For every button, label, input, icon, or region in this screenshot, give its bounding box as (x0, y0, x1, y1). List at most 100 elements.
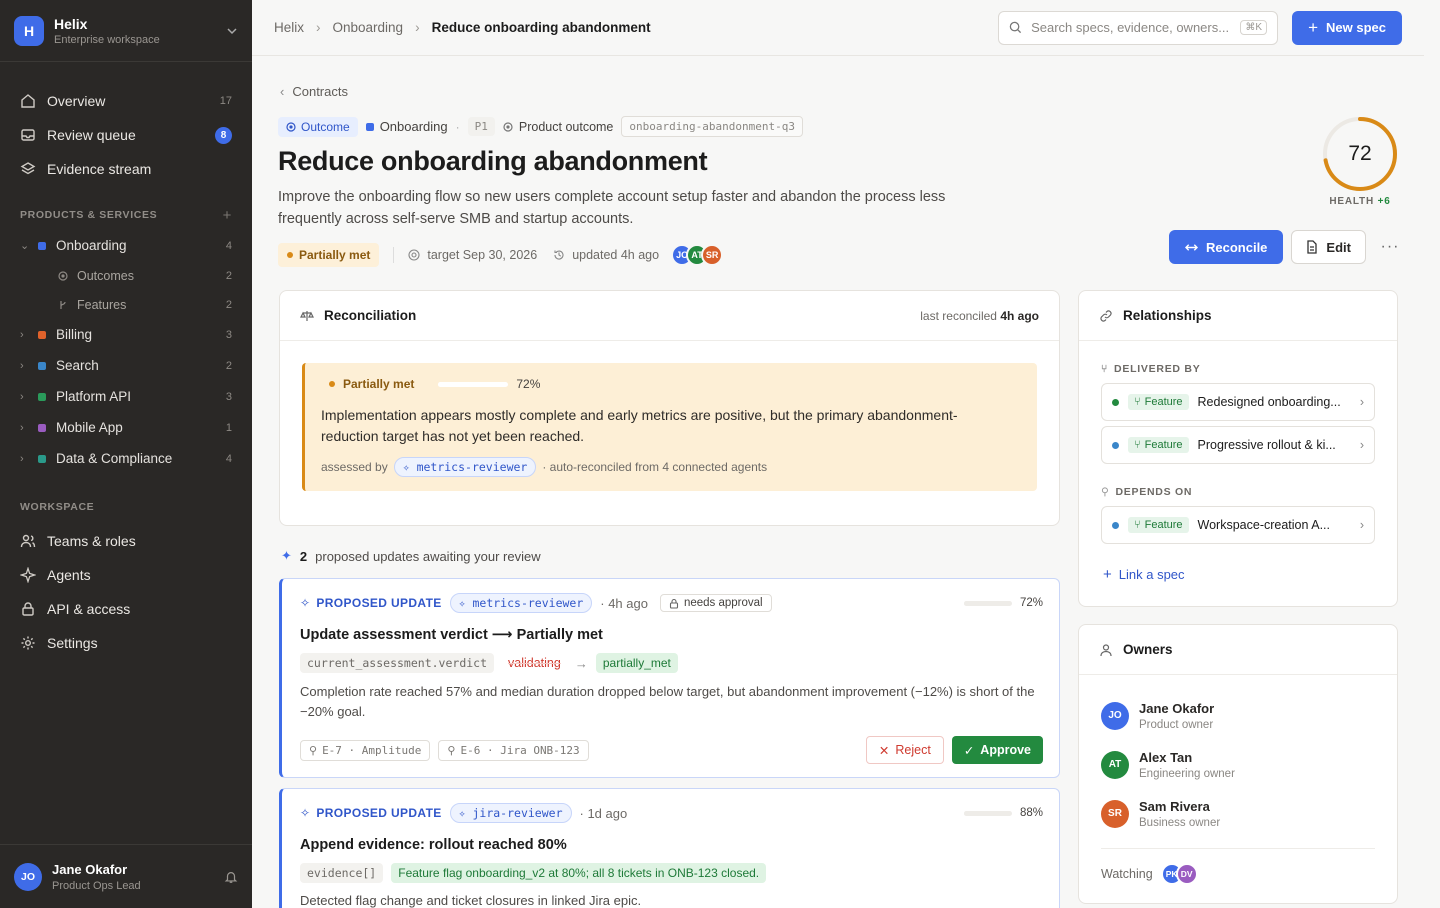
last-reconciled: last reconciled 4h ago (920, 308, 1039, 323)
branch-icon: ⑂ (1101, 363, 1109, 375)
card-title: Relationships (1123, 308, 1212, 323)
product-tag[interactable]: Onboarding (365, 119, 448, 134)
link-spec-button[interactable]: + Link a spec (1103, 566, 1397, 583)
status-dot (1112, 398, 1119, 406)
target-icon (503, 121, 513, 132)
agent-chip[interactable]: ✧ jira-reviewer (449, 803, 572, 823)
add-product-icon[interactable]: + (223, 207, 232, 224)
chevron-right-icon[interactable]: › (20, 360, 32, 372)
product-outcomes[interactable]: Outcomes 2 (12, 261, 240, 290)
product-billing[interactable]: › Billing 3 (12, 319, 240, 350)
arrows-icon (1185, 243, 1198, 251)
product-mobile-app[interactable]: › Mobile App 1 (12, 412, 240, 443)
reconcile-button[interactable]: Reconcile (1169, 230, 1284, 264)
nav-api-access[interactable]: API & access (12, 592, 240, 626)
status-label: Partially met (299, 248, 371, 262)
review-count-badge: 8 (215, 126, 232, 144)
updated-time: updated 4h ago (572, 248, 660, 262)
user-profile[interactable]: JO Jane Okafor Product Ops Lead (0, 844, 252, 908)
products-header: PRODUCTS & SERVICES + (0, 204, 252, 226)
spec-meta: Partially met target Sep 30, 2026 update… (278, 243, 724, 267)
nav-teams-roles[interactable]: Teams & roles (12, 524, 240, 558)
nav-overview[interactable]: Overview 17 (12, 84, 240, 118)
search-input[interactable]: Search specs, evidence, owners... ⌘K (998, 10, 1279, 45)
avatar[interactable]: DV (1175, 863, 1198, 885)
reconciliation-header: Reconciliation last reconciled 4h ago (280, 291, 1059, 341)
assessment-text: Implementation appears mostly complete a… (321, 407, 958, 444)
proposed-count: 2 (299, 548, 308, 564)
workspace-switcher[interactable]: H Helix Enterprise workspace (0, 0, 252, 62)
chevron-right-icon[interactable]: › (20, 329, 32, 341)
relationship-item[interactable]: ⑂ Feature Redesigned onboarding... › (1101, 383, 1375, 421)
close-icon: ✕ (878, 743, 890, 758)
back-link[interactable]: ‹ Contracts (280, 84, 348, 99)
product-platform-api[interactable]: › Platform API 3 (12, 381, 240, 412)
assessment-progress-bar (438, 381, 509, 387)
proposed-label: proposed updates awaiting your review (315, 548, 541, 564)
chevron-right-icon: › (1359, 518, 1364, 532)
header-actions: Reconcile Edit ··· (1169, 230, 1406, 264)
nav-review-queue[interactable]: Review queue 8 (12, 118, 240, 152)
bell-icon[interactable] (224, 870, 238, 884)
confidence: 72% (963, 597, 1043, 609)
target-icon (408, 249, 420, 261)
branch-icon: ⑂ (1134, 519, 1141, 531)
reject-button[interactable]: ✕ Reject (865, 736, 944, 764)
history-icon (554, 250, 564, 260)
nav-label: Review queue (47, 127, 136, 143)
avatar: SR (1101, 799, 1129, 828)
field-diff: evidence[] Feature flag onboarding_v2 at… (300, 863, 1043, 883)
avatar: AT (1101, 750, 1129, 779)
update-header: ✧ PROPOSED UPDATE ✧ jira-reviewer · 1d ag… (300, 803, 1043, 823)
new-value: Feature flag onboarding_v2 at 80%; all 8… (391, 863, 767, 883)
agent-chip[interactable]: ✧ metrics-reviewer (393, 457, 537, 477)
owner-row[interactable]: AT Alex Tan Engineering owner (1079, 740, 1397, 789)
chevron-right-icon[interactable]: › (20, 391, 32, 403)
relationships-header: Relationships (1079, 291, 1397, 341)
nav-evidence-stream[interactable]: Evidence stream (12, 152, 240, 186)
chevron-right-icon[interactable]: › (20, 453, 32, 465)
owner-row[interactable]: JO Jane Okafor Product owner (1079, 691, 1397, 740)
assessment-status: Partially met 72% (321, 377, 1021, 391)
approve-button[interactable]: ✓ Approve (951, 736, 1043, 764)
evidence-chip[interactable]: ⚲ E-7 · Amplitude (300, 739, 431, 761)
owner-name: Alex Tan (1139, 749, 1193, 765)
product-search[interactable]: › Search 2 (12, 350, 240, 381)
branch-icon (60, 300, 66, 309)
link-icon: ⚲ (1101, 486, 1110, 498)
sub-label: Outcomes (77, 268, 134, 283)
back-label: Contracts (292, 84, 348, 99)
check-icon: ✓ (963, 743, 975, 758)
page-description: Improve the onboarding flow so new users… (278, 189, 946, 227)
nav-settings[interactable]: Settings (12, 626, 240, 660)
product-onboarding[interactable]: ⌄ Onboarding 4 (12, 230, 240, 261)
product-features[interactable]: Features 2 (12, 290, 240, 319)
edit-button[interactable]: Edit (1291, 230, 1366, 264)
evidence-chip[interactable]: ⚲ E-6 · Jira ONB-123 (438, 739, 589, 761)
document-icon (1307, 240, 1318, 254)
breadcrumb-helix[interactable]: Helix (274, 20, 304, 35)
target-date: target Sep 30, 2026 (427, 248, 538, 262)
edit-label: Edit (1326, 239, 1351, 255)
product-count: 1 (225, 421, 232, 434)
field-diff: current_assessment.verdict validating → … (300, 653, 1043, 673)
agent-chip[interactable]: ✧ metrics-reviewer (449, 593, 593, 613)
avatar-stack[interactable]: JO AT SR (671, 244, 724, 266)
relationship-item[interactable]: ⑂ Feature Workspace-creation A... › (1101, 506, 1375, 544)
product-label: Data & Compliance (56, 451, 173, 466)
update-footer: ⚲ E-7 · Amplitude ⚲ E-6 · Jira ONB-123 ✕ Re… (300, 736, 1043, 764)
owner-row[interactable]: SR Sam Rivera Business owner (1079, 789, 1397, 838)
slug-tag: onboarding-abandonment-q3 (621, 116, 803, 137)
more-options-icon[interactable]: ··· (1374, 230, 1406, 264)
breadcrumb-onboarding[interactable]: Onboarding (333, 20, 404, 35)
inbox-icon (21, 129, 35, 141)
new-spec-button[interactable]: + New spec (1292, 10, 1402, 45)
product-data-compliance[interactable]: › Data & Compliance 4 (12, 443, 240, 474)
owners-card: Owners JO Jane Okafor Product owner AT Al… (1078, 624, 1398, 904)
nav-agents[interactable]: Agents (12, 558, 240, 592)
chevron-down-icon[interactable]: ⌄ (20, 239, 32, 252)
avatar: SR (701, 244, 724, 266)
chevron-right-icon[interactable]: › (20, 422, 32, 434)
owner-role: Engineering owner (1139, 767, 1235, 780)
relationship-item[interactable]: ⑂ Feature Progressive rollout & ki... › (1101, 426, 1375, 464)
